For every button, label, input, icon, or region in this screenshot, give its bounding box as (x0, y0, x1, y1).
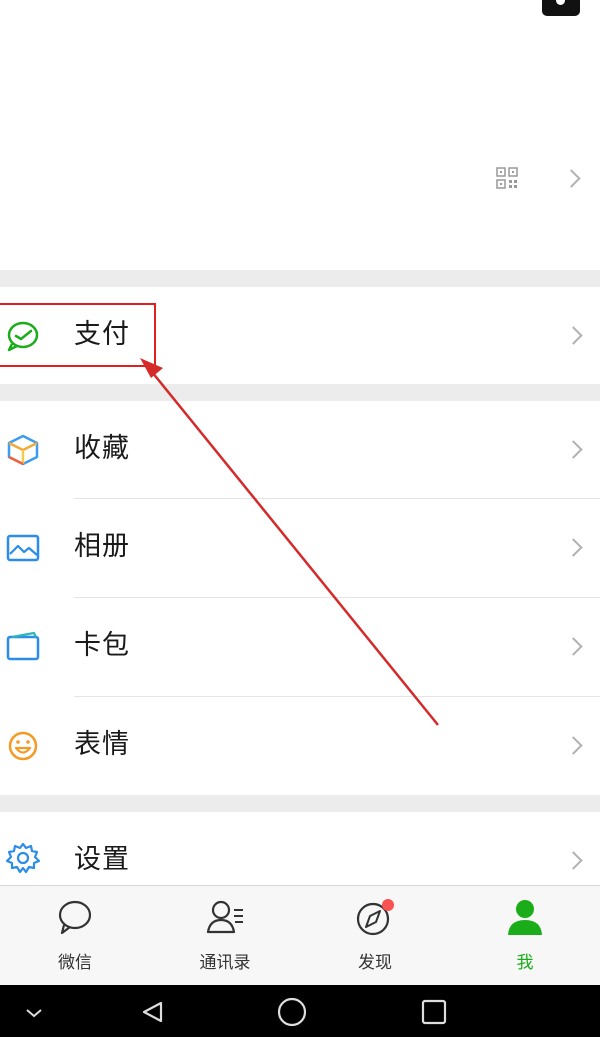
chevron-right-icon (564, 440, 583, 459)
home-icon[interactable] (262, 985, 322, 1037)
menu-item-album[interactable]: 相册 (0, 499, 600, 596)
chevron-right-icon (564, 637, 583, 656)
menu-item-label: 表情 (74, 729, 130, 760)
tab-contacts[interactable]: 通讯录 (150, 886, 300, 986)
smiley-icon (8, 731, 38, 761)
chevron-right-icon (564, 538, 583, 557)
contacts-icon (206, 900, 243, 934)
profile-header[interactable] (0, 0, 600, 270)
chevron-right-icon (564, 851, 583, 870)
back-icon[interactable] (122, 985, 182, 1037)
tab-label: 发现 (358, 953, 392, 973)
cube-icon (7, 434, 39, 466)
chevron-right-icon (562, 169, 581, 188)
tab-label: 通讯录 (199, 953, 251, 973)
chevron-down-icon[interactable] (4, 985, 64, 1037)
menu-item-label: 相册 (74, 531, 130, 562)
bottom-tab-bar: 微信 通讯录 发现 我 (0, 885, 600, 986)
camera-icon[interactable] (542, 0, 580, 16)
qr-code-icon (496, 167, 518, 189)
compass-icon (356, 899, 394, 936)
menu-item-favorites[interactable]: 收藏 (0, 401, 600, 498)
photo-icon (6, 534, 40, 562)
menu-item-stickers[interactable]: 表情 (0, 697, 600, 794)
tab-label: 微信 (58, 953, 92, 973)
recents-icon[interactable] (404, 985, 464, 1037)
qr-code-button[interactable] (480, 150, 600, 206)
chevron-right-icon (564, 326, 583, 345)
card-icon (6, 631, 40, 661)
annotation-highlight-box (0, 303, 156, 367)
tab-chats[interactable]: 微信 (0, 886, 150, 986)
tab-me[interactable]: 我 (450, 886, 600, 986)
system-nav-bar (0, 985, 600, 1037)
section-divider (0, 795, 600, 812)
tab-label: 我 (516, 953, 534, 973)
notification-badge (382, 899, 394, 911)
section-divider (0, 384, 600, 401)
section-divider (0, 270, 600, 287)
menu-item-label: 设置 (74, 844, 130, 875)
menu-item-cards[interactable]: 卡包 (0, 598, 600, 695)
gear-icon (5, 842, 41, 874)
chat-bubble-icon (58, 900, 92, 935)
person-icon (508, 900, 542, 935)
menu-item-label: 卡包 (74, 630, 130, 661)
menu-item-label: 收藏 (74, 433, 130, 464)
tab-discover[interactable]: 发现 (300, 886, 450, 986)
chevron-right-icon (564, 736, 583, 755)
